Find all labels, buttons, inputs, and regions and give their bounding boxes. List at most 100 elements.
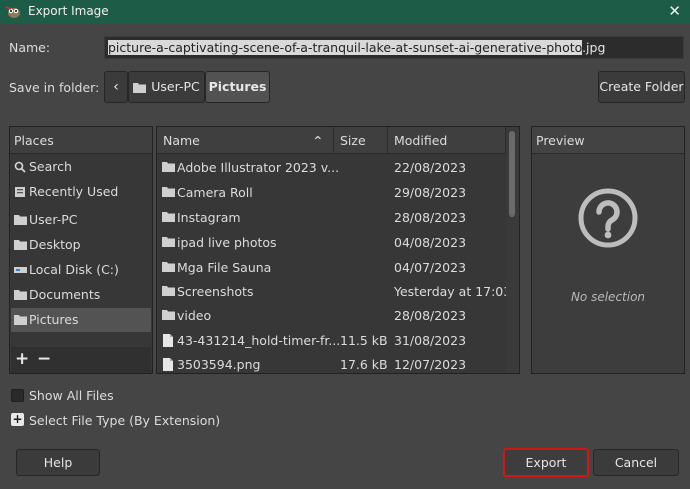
- file-name: ipad live photos: [177, 235, 277, 250]
- places-item-label: Desktop: [29, 237, 81, 252]
- window-title: Export Image: [28, 4, 109, 18]
- folder-icon: [162, 262, 175, 272]
- file-modified: 12/07/2023: [394, 357, 467, 372]
- file-name: Camera Roll: [177, 185, 253, 200]
- file-modified: 22/08/2023: [394, 160, 467, 175]
- places-item-recently-used[interactable]: Recently Used: [11, 180, 151, 204]
- remove-bookmark-button[interactable]: −: [37, 349, 51, 369]
- folder-icon: [14, 240, 27, 250]
- file-modified: 28/08/2023: [394, 210, 467, 225]
- show-all-files-checkbox[interactable]: [11, 389, 24, 402]
- places-item-label: User-PC: [29, 212, 78, 227]
- places-item-desktop[interactable]: Desktop: [11, 233, 151, 257]
- file-modified: 28/08/2023: [394, 308, 467, 323]
- column-header-size[interactable]: Size: [334, 127, 388, 154]
- places-item-label: Search: [29, 159, 72, 174]
- file-name: Adobe Illustrator 2023 v...: [177, 160, 340, 175]
- folder-icon: [162, 212, 175, 222]
- file-modified: 31/08/2023: [394, 333, 467, 348]
- file-name: Mga File Sauna: [177, 260, 272, 275]
- file-row[interactable]: Mga File Sauna 04/07/2023: [157, 255, 505, 280]
- places-item-label: Pictures: [29, 312, 79, 327]
- places-item-label: Recently Used: [29, 184, 119, 199]
- folder-icon: [162, 187, 175, 197]
- file-row[interactable]: Camera Roll 29/08/2023: [157, 180, 505, 205]
- file-modified: 29/08/2023: [394, 185, 467, 200]
- select-file-type-expander[interactable]: Select File Type (By Extension): [29, 413, 220, 428]
- sort-ascending-icon: ⌃: [312, 134, 324, 150]
- file-name: Screenshots: [177, 284, 254, 299]
- document-icon: [163, 358, 173, 371]
- file-name: Instagram: [177, 210, 241, 225]
- folder-icon: [162, 162, 175, 172]
- places-item-documents[interactable]: Documents: [11, 283, 151, 307]
- places-item-pictures[interactable]: Pictures: [11, 308, 151, 332]
- places-item-user-pc[interactable]: User-PC: [11, 208, 151, 232]
- breadcrumb-user-pc[interactable]: User-PC: [128, 71, 205, 103]
- places-pane: Places Search Recently Used User-PC Desk…: [9, 126, 153, 374]
- file-row[interactable]: Screenshots Yesterday at 17:03: [157, 279, 511, 304]
- preview-header: Preview: [532, 127, 684, 154]
- help-button[interactable]: Help: [16, 449, 100, 476]
- file-name: 3503594.png: [177, 357, 261, 372]
- column-name-label: Name: [163, 133, 200, 148]
- question-mark-icon: [578, 188, 638, 248]
- folder-icon: [162, 310, 175, 320]
- folder-icon: [162, 237, 175, 247]
- folder-icon: [14, 215, 27, 225]
- places-item-search[interactable]: Search: [11, 155, 151, 179]
- name-label: Name:: [9, 40, 51, 55]
- file-list-scrollbar[interactable]: [506, 127, 519, 373]
- file-row[interactable]: Adobe Illustrator 2023 v... 22/08/2023: [157, 155, 505, 180]
- folder-icon: [14, 315, 27, 325]
- breadcrumb-pictures[interactable]: Pictures: [205, 71, 270, 103]
- file-list: Name ⌃ Size Modified Adobe Illustrator 2…: [156, 126, 520, 374]
- title-bar: Export Image ✕: [0, 0, 690, 24]
- folder-icon: [162, 286, 175, 296]
- file-row[interactable]: ipad live photos 04/08/2023: [157, 230, 505, 255]
- places-item-label: Documents: [29, 287, 101, 302]
- filename-extension: .jpg: [582, 40, 606, 55]
- file-name: 43-431214_hold-timer-fr...: [177, 333, 341, 348]
- folder-icon: [133, 83, 147, 93]
- gimp-app-icon: [5, 6, 20, 18]
- scrollbar-thumb[interactable]: [509, 131, 515, 217]
- file-size: 17.6 kB: [340, 357, 388, 372]
- search-icon: [14, 161, 26, 173]
- show-all-files-label: Show All Files: [29, 388, 114, 403]
- breadcrumb-pictures-label: Pictures: [208, 79, 267, 94]
- breadcrumb-back-button[interactable]: ‹: [104, 71, 128, 103]
- export-button[interactable]: Export: [503, 448, 589, 477]
- drive-icon: [14, 267, 27, 273]
- file-modified: Yesterday at 17:03: [394, 284, 512, 299]
- folder-icon: [14, 290, 27, 300]
- chevron-left-icon: ‹: [113, 79, 119, 95]
- expand-plus-icon[interactable]: +: [11, 413, 24, 426]
- file-name: video: [177, 308, 212, 323]
- places-item-label: Local Disk (C:): [29, 262, 119, 277]
- close-icon[interactable]: ✕: [668, 2, 681, 20]
- column-header-name[interactable]: Name ⌃: [157, 127, 334, 154]
- filename-selected-text: picture-a-captivating-scene-of-a-tranqui…: [108, 40, 583, 55]
- file-modified: 04/07/2023: [394, 260, 467, 275]
- create-folder-button[interactable]: Create Folder: [598, 71, 685, 103]
- file-row[interactable]: 3503594.png 17.6 kB 12/07/2023: [157, 352, 505, 373]
- recent-icon: [15, 187, 25, 197]
- filename-input[interactable]: picture-a-captivating-scene-of-a-tranqui…: [104, 36, 684, 59]
- file-row[interactable]: Instagram 28/08/2023: [157, 205, 505, 230]
- places-footer: + −: [11, 347, 151, 373]
- places-item-local-disk[interactable]: Local Disk (C:): [11, 258, 151, 282]
- add-bookmark-button[interactable]: +: [15, 349, 29, 369]
- file-modified: 04/08/2023: [394, 235, 467, 250]
- file-size: 11.5 kB: [340, 333, 388, 348]
- cancel-button[interactable]: Cancel: [593, 449, 679, 476]
- breadcrumb-user-pc-label: User-PC: [151, 79, 200, 94]
- column-header-modified[interactable]: Modified: [388, 127, 506, 154]
- file-row[interactable]: 43-431214_hold-timer-fr... 11.5 kB 31/08…: [157, 328, 505, 353]
- places-header: Places: [10, 127, 152, 154]
- document-icon: [163, 334, 173, 347]
- save-in-folder-label: Save in folder:: [9, 80, 100, 95]
- preview-empty-text: No selection: [570, 290, 646, 304]
- file-row[interactable]: video 28/08/2023: [157, 303, 505, 328]
- preview-pane: Preview No selection: [531, 126, 685, 374]
